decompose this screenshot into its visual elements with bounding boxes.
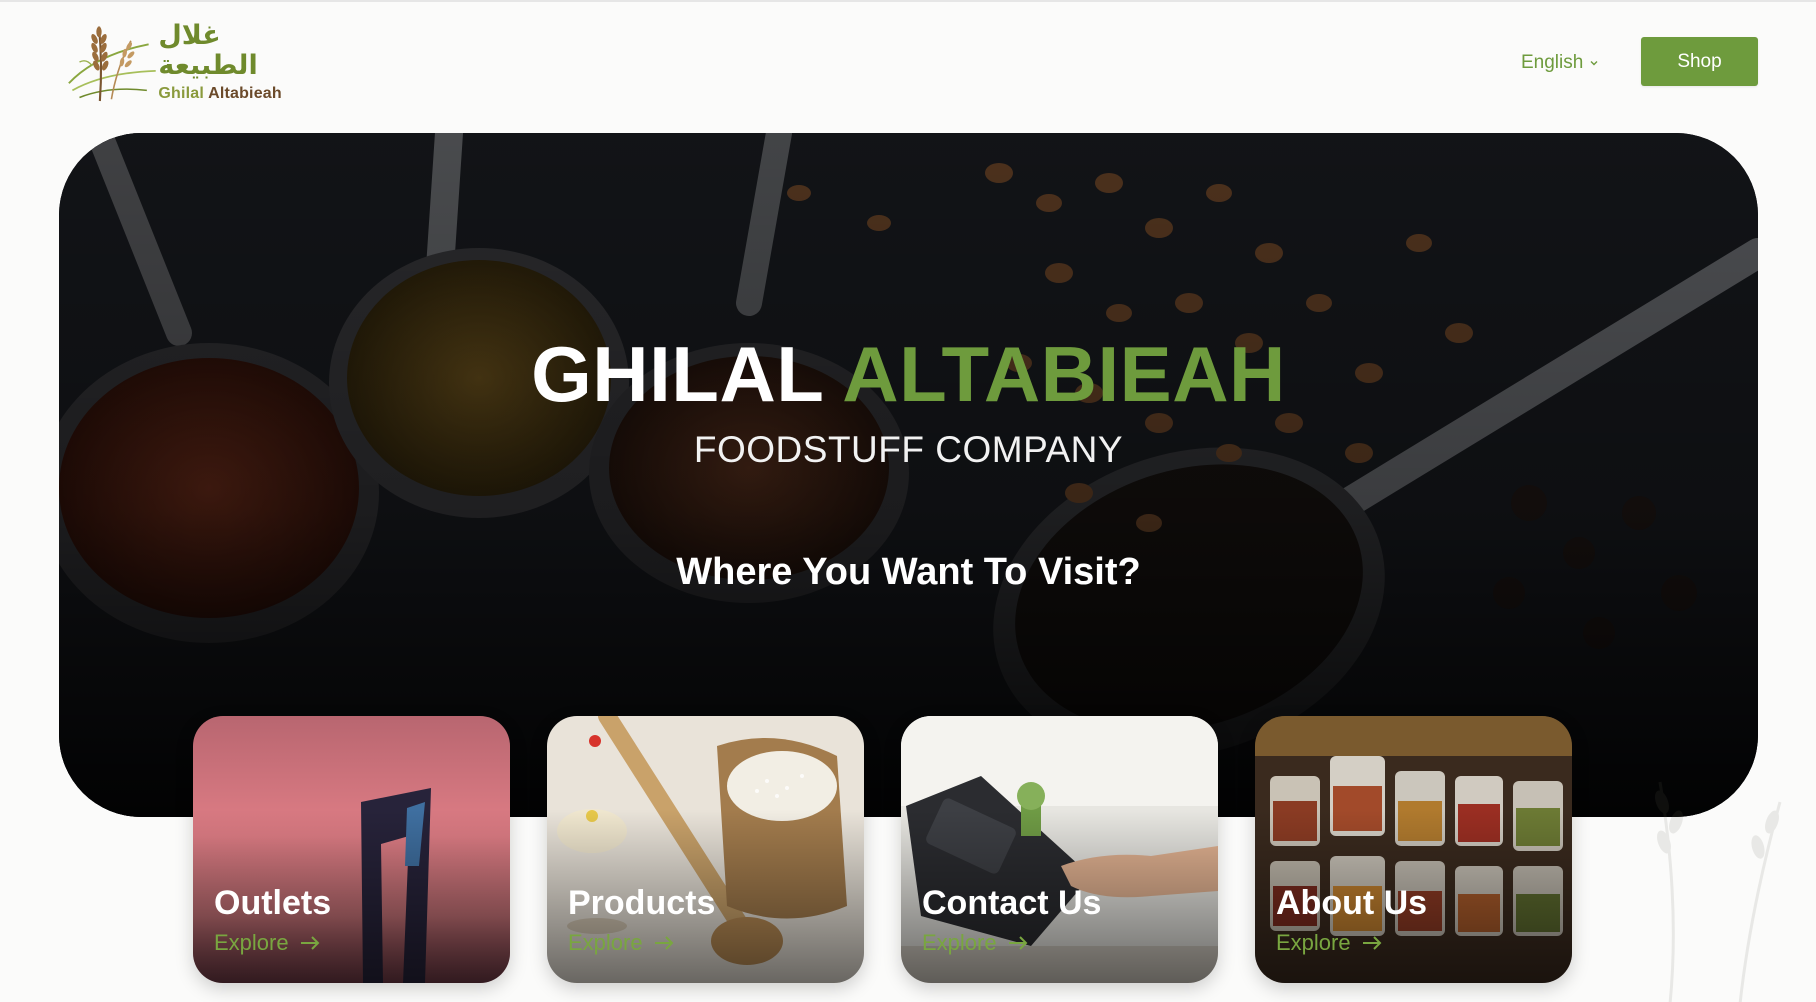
explore-link-products[interactable]: Explore	[568, 930, 675, 956]
card-about-us[interactable]: About Us Explore	[1255, 716, 1572, 983]
explore-link-about-us[interactable]: Explore	[1276, 930, 1383, 956]
arrow-right-icon	[654, 936, 674, 950]
arrow-right-icon	[1008, 936, 1028, 950]
explore-label: Explore	[1276, 930, 1351, 955]
spices-background-image	[59, 133, 1758, 817]
chevron-down-icon	[1590, 61, 1598, 66]
explore-label: Explore	[568, 930, 643, 955]
wheat-logo-icon	[68, 26, 156, 102]
logo-arabic-text: غلال الطبيعة	[158, 20, 258, 81]
hero-subtitle: FOODSTUFF COMPANY	[693, 429, 1124, 470]
arrow-right-icon	[1362, 936, 1382, 950]
card-outlets[interactable]: Outlets Explore	[193, 716, 510, 983]
site-logo[interactable]: غلال الطبيعة Ghilal Altabieah	[60, 14, 310, 110]
card-title-about-us: About Us	[1276, 884, 1428, 922]
card-title-products: Products	[568, 884, 716, 922]
card-products[interactable]: Products Explore	[547, 716, 864, 983]
explore-link-outlets[interactable]: Explore	[214, 930, 321, 956]
explore-link-contact-us[interactable]: Explore	[922, 930, 1029, 956]
logo-latin-part1: Ghilal	[158, 84, 204, 102]
arrow-right-icon	[300, 936, 320, 950]
logo-latin-text: Ghilal Altabieah	[158, 85, 282, 103]
logo-latin-part2: Altabieah	[208, 84, 282, 102]
hero-title-green: ALTABIEAH	[842, 330, 1286, 418]
hero-title: GHILAL ALTABIEAH	[59, 329, 1758, 420]
hero-banner: GHILAL ALTABIEAH FOODSTUFF COMPANY Where…	[59, 133, 1758, 817]
hero-question: Where You Want To Visit?	[676, 551, 1141, 593]
card-title-outlets: Outlets	[214, 884, 332, 922]
shop-button[interactable]: Shop	[1641, 37, 1758, 86]
explore-label: Explore	[922, 930, 997, 955]
card-title-contact-us: Contact Us	[922, 884, 1102, 922]
site-header: غلال الطبيعة Ghilal Altabieah English Sh…	[0, 2, 1816, 132]
language-label: English	[1521, 52, 1584, 73]
card-contact-us[interactable]: Contact Us Explore	[901, 716, 1218, 983]
wheat-decoration-icon	[1655, 781, 1782, 1002]
hero-title-white: GHILAL	[531, 330, 824, 418]
language-selector[interactable]: English	[1521, 50, 1599, 76]
explore-label: Explore	[214, 930, 289, 955]
